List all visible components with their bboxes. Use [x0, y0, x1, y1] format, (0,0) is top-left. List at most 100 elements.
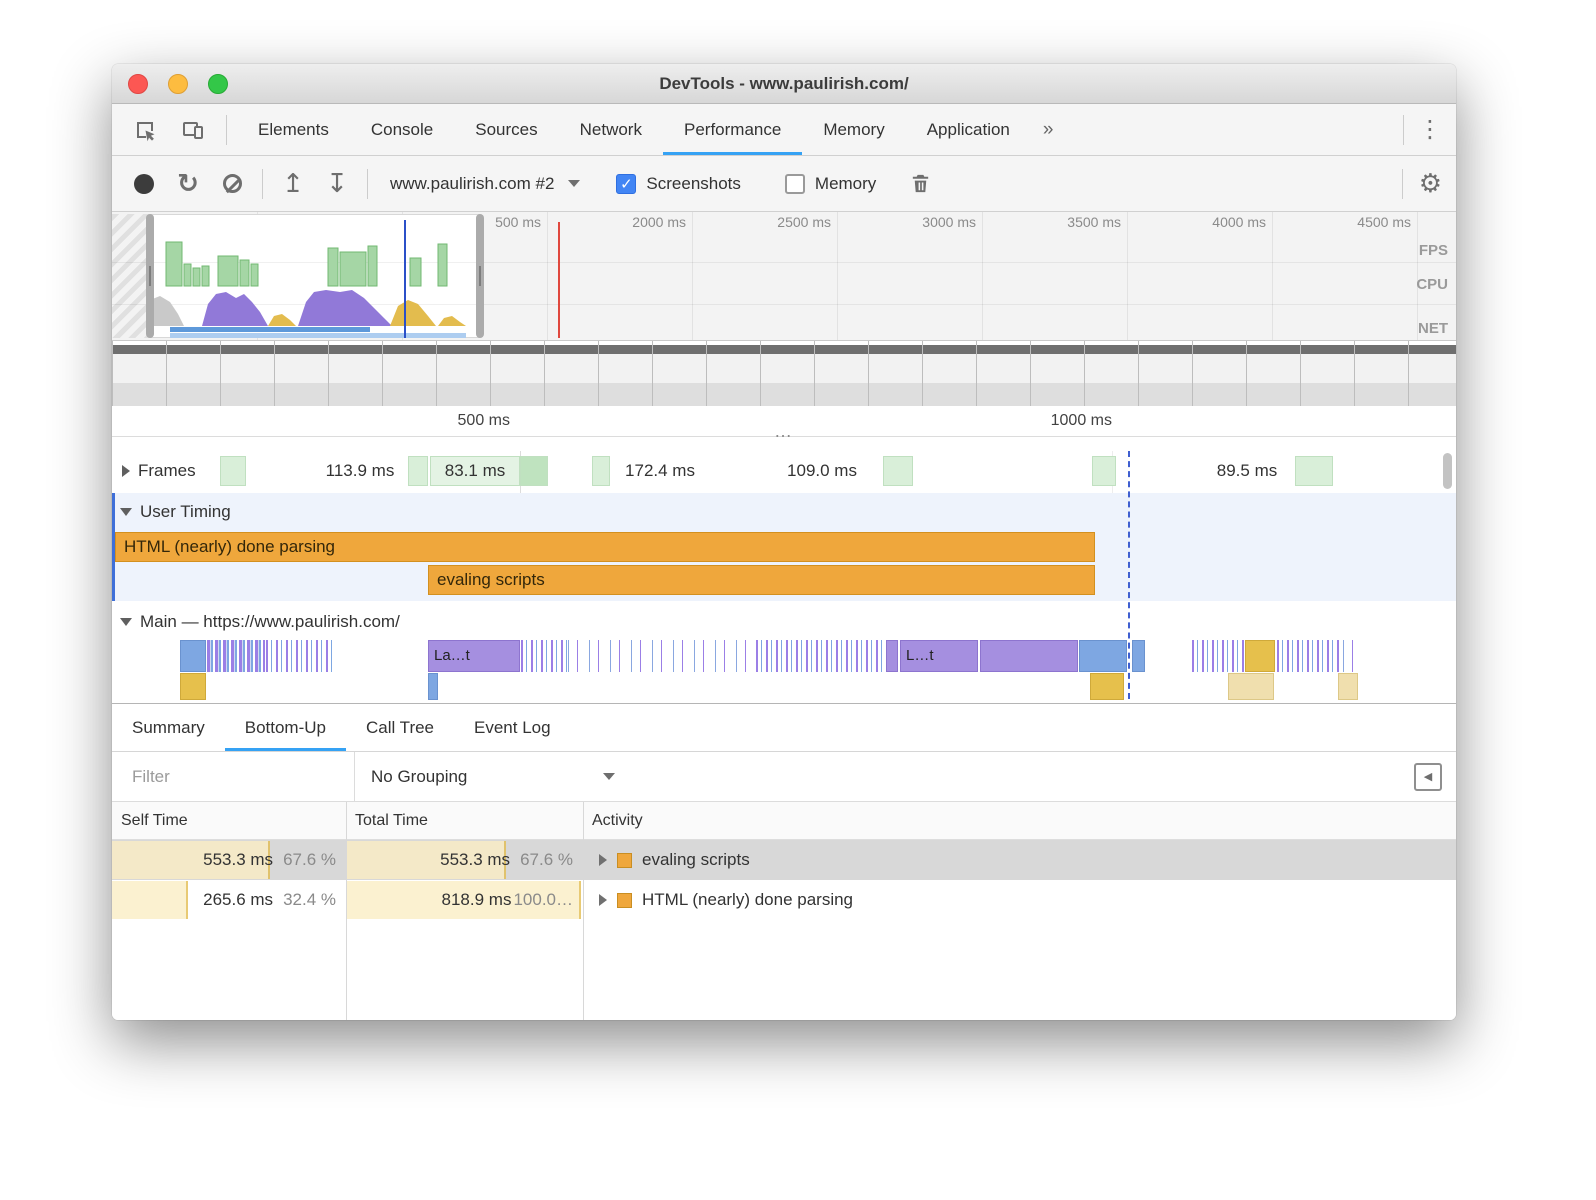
activity-label: HTML (nearly) done parsing	[642, 890, 854, 909]
divider	[367, 168, 368, 199]
load-profile-button[interactable]: ↥	[271, 164, 315, 204]
main-flame-chart[interactable]: La…t L…t	[112, 640, 1456, 700]
fps-lane-label: FPS	[1418, 242, 1448, 259]
table-header: Self Time Total Time Activity	[112, 802, 1456, 840]
user-timing-track-label: User Timing	[140, 502, 231, 521]
frame-block[interactable]	[1295, 456, 1333, 486]
flame-segment[interactable]	[1245, 640, 1275, 672]
self-time-cell: 265.6 ms 32.4 %	[112, 880, 336, 920]
flame-segment[interactable]: L…t	[900, 640, 978, 672]
sidebar-toggle-icon[interactable]: ◀	[1414, 762, 1442, 791]
column-divider[interactable]	[583, 802, 584, 1020]
main-track-header[interactable]: Main — https://www.paulirish.com/	[120, 605, 400, 639]
flame-segment[interactable]	[1090, 673, 1124, 700]
frame-block[interactable]	[592, 456, 610, 486]
flame-segment-label: L…t	[906, 647, 934, 664]
flame-segment[interactable]: La…t	[428, 640, 520, 672]
flame-segment[interactable]	[207, 640, 265, 672]
tab-performance[interactable]: Performance	[663, 104, 802, 155]
user-timing-bar[interactable]: evaling scripts	[428, 565, 1095, 595]
tracks-scrollbar[interactable]	[1443, 453, 1452, 489]
table-row[interactable]: 265.6 ms 32.4 % 818.9 ms 100.0… HTML (near…	[112, 880, 1456, 920]
frame-duration: 109.0 ms	[787, 461, 857, 480]
record-button[interactable]	[122, 164, 166, 204]
overview-time-label: 4500 ms	[1357, 214, 1411, 230]
frame-block[interactable]	[520, 456, 548, 486]
overview-time-label: 2500 ms	[777, 214, 831, 230]
flame-segment[interactable]	[521, 640, 567, 672]
flame-segment[interactable]	[428, 673, 438, 700]
tab-memory[interactable]: Memory	[802, 104, 905, 155]
kebab-menu-icon[interactable]: ⋮	[1418, 115, 1442, 144]
current-time-marker	[1128, 451, 1130, 699]
flame-segment[interactable]	[980, 640, 1078, 672]
total-time-value: 553.3 ms	[440, 850, 511, 869]
column-header-activity[interactable]: Activity	[583, 802, 883, 840]
timeline-overview[interactable]: 500 ms 1000 ms 500 ms 2000 ms 2500 ms 30…	[112, 212, 1456, 406]
flame-segment[interactable]	[1338, 673, 1358, 700]
flame-segment[interactable]	[1132, 640, 1145, 672]
cpu-lane-label: CPU	[1416, 276, 1448, 293]
frame-block[interactable]	[1092, 456, 1116, 486]
column-header-self-time[interactable]: Self Time	[112, 802, 346, 840]
activity-color-swatch	[617, 892, 632, 908]
selection-left-handle[interactable]	[146, 214, 154, 338]
flame-segment[interactable]	[180, 640, 206, 672]
flame-segment[interactable]	[756, 640, 884, 672]
user-timing-bar[interactable]: HTML (nearly) done parsing	[115, 532, 1095, 562]
user-timing-track-header[interactable]: User Timing	[120, 495, 231, 529]
self-time-value: 553.3 ms	[203, 850, 274, 869]
tab-bottom-up[interactable]: Bottom-Up	[225, 704, 346, 751]
reload-and-profile-button[interactable]: ↻	[166, 164, 210, 204]
frame-block[interactable]	[220, 456, 246, 486]
flame-segment[interactable]	[266, 640, 334, 672]
more-tabs-button[interactable]: »	[1031, 104, 1066, 155]
self-time-percent: 67.6 %	[283, 850, 336, 869]
gear-icon[interactable]: ⚙	[1419, 168, 1442, 199]
grouping-select[interactable]: No Grouping	[371, 767, 621, 787]
activity-cell: HTML (nearly) done parsing	[583, 880, 853, 920]
frame-block[interactable]	[883, 456, 913, 486]
frames-track-header[interactable]: Frames	[122, 451, 204, 491]
expanded-triangle-icon	[120, 618, 132, 626]
save-profile-button[interactable]: ↧	[315, 164, 359, 204]
flame-segment[interactable]	[1079, 640, 1127, 672]
selection-right-handle[interactable]	[476, 214, 484, 338]
inspect-element-icon[interactable]	[130, 115, 160, 145]
screenshot-filmstrip[interactable]	[112, 340, 1456, 406]
tab-summary[interactable]: Summary	[112, 704, 225, 751]
filter-input[interactable]	[130, 765, 330, 788]
table-row[interactable]: 553.3 ms 67.6 % 553.3 ms 67.6 % evaling sc…	[112, 840, 1456, 880]
expand-row-triangle-icon[interactable]	[599, 894, 607, 906]
tab-application[interactable]: Application	[906, 104, 1031, 155]
tab-console[interactable]: Console	[350, 104, 454, 155]
flame-segment[interactable]	[886, 640, 898, 672]
screenshots-checkbox[interactable]: ✓ Screenshots	[616, 173, 741, 194]
memory-checkbox[interactable]: Memory	[784, 173, 876, 194]
flame-segment[interactable]	[180, 673, 206, 700]
flame-segment[interactable]	[1343, 640, 1361, 672]
clear-recording-button[interactable]	[210, 164, 254, 204]
tab-network[interactable]: Network	[559, 104, 663, 155]
column-divider[interactable]	[346, 802, 347, 1020]
flame-segment[interactable]	[1228, 673, 1274, 700]
activity-label: evaling scripts	[642, 850, 750, 869]
device-toolbar-icon[interactable]	[178, 115, 208, 145]
flame-segment[interactable]	[568, 640, 754, 672]
history-select[interactable]: www.paulirish.com #2	[390, 174, 581, 194]
checkbox-unchecked-icon	[784, 173, 805, 194]
total-time-percent: 100.0…	[513, 890, 573, 909]
frame-block[interactable]	[408, 456, 428, 486]
flamechart-tracks[interactable]: Frames 113.9 ms 83.1 ms 172.4 ms 109.0 m…	[112, 437, 1456, 703]
record-icon	[134, 173, 154, 194]
tab-event-log[interactable]: Event Log	[454, 704, 571, 751]
tab-sources[interactable]: Sources	[454, 104, 558, 155]
gridline	[1272, 212, 1273, 340]
flame-segment[interactable]	[1192, 640, 1244, 672]
flame-segment[interactable]	[1277, 640, 1341, 672]
column-header-total-time[interactable]: Total Time	[346, 802, 583, 840]
tab-elements[interactable]: Elements	[237, 104, 350, 155]
garbage-collect-button[interactable]	[898, 164, 942, 204]
expand-row-triangle-icon[interactable]	[599, 854, 607, 866]
tab-call-tree[interactable]: Call Tree	[346, 704, 454, 751]
